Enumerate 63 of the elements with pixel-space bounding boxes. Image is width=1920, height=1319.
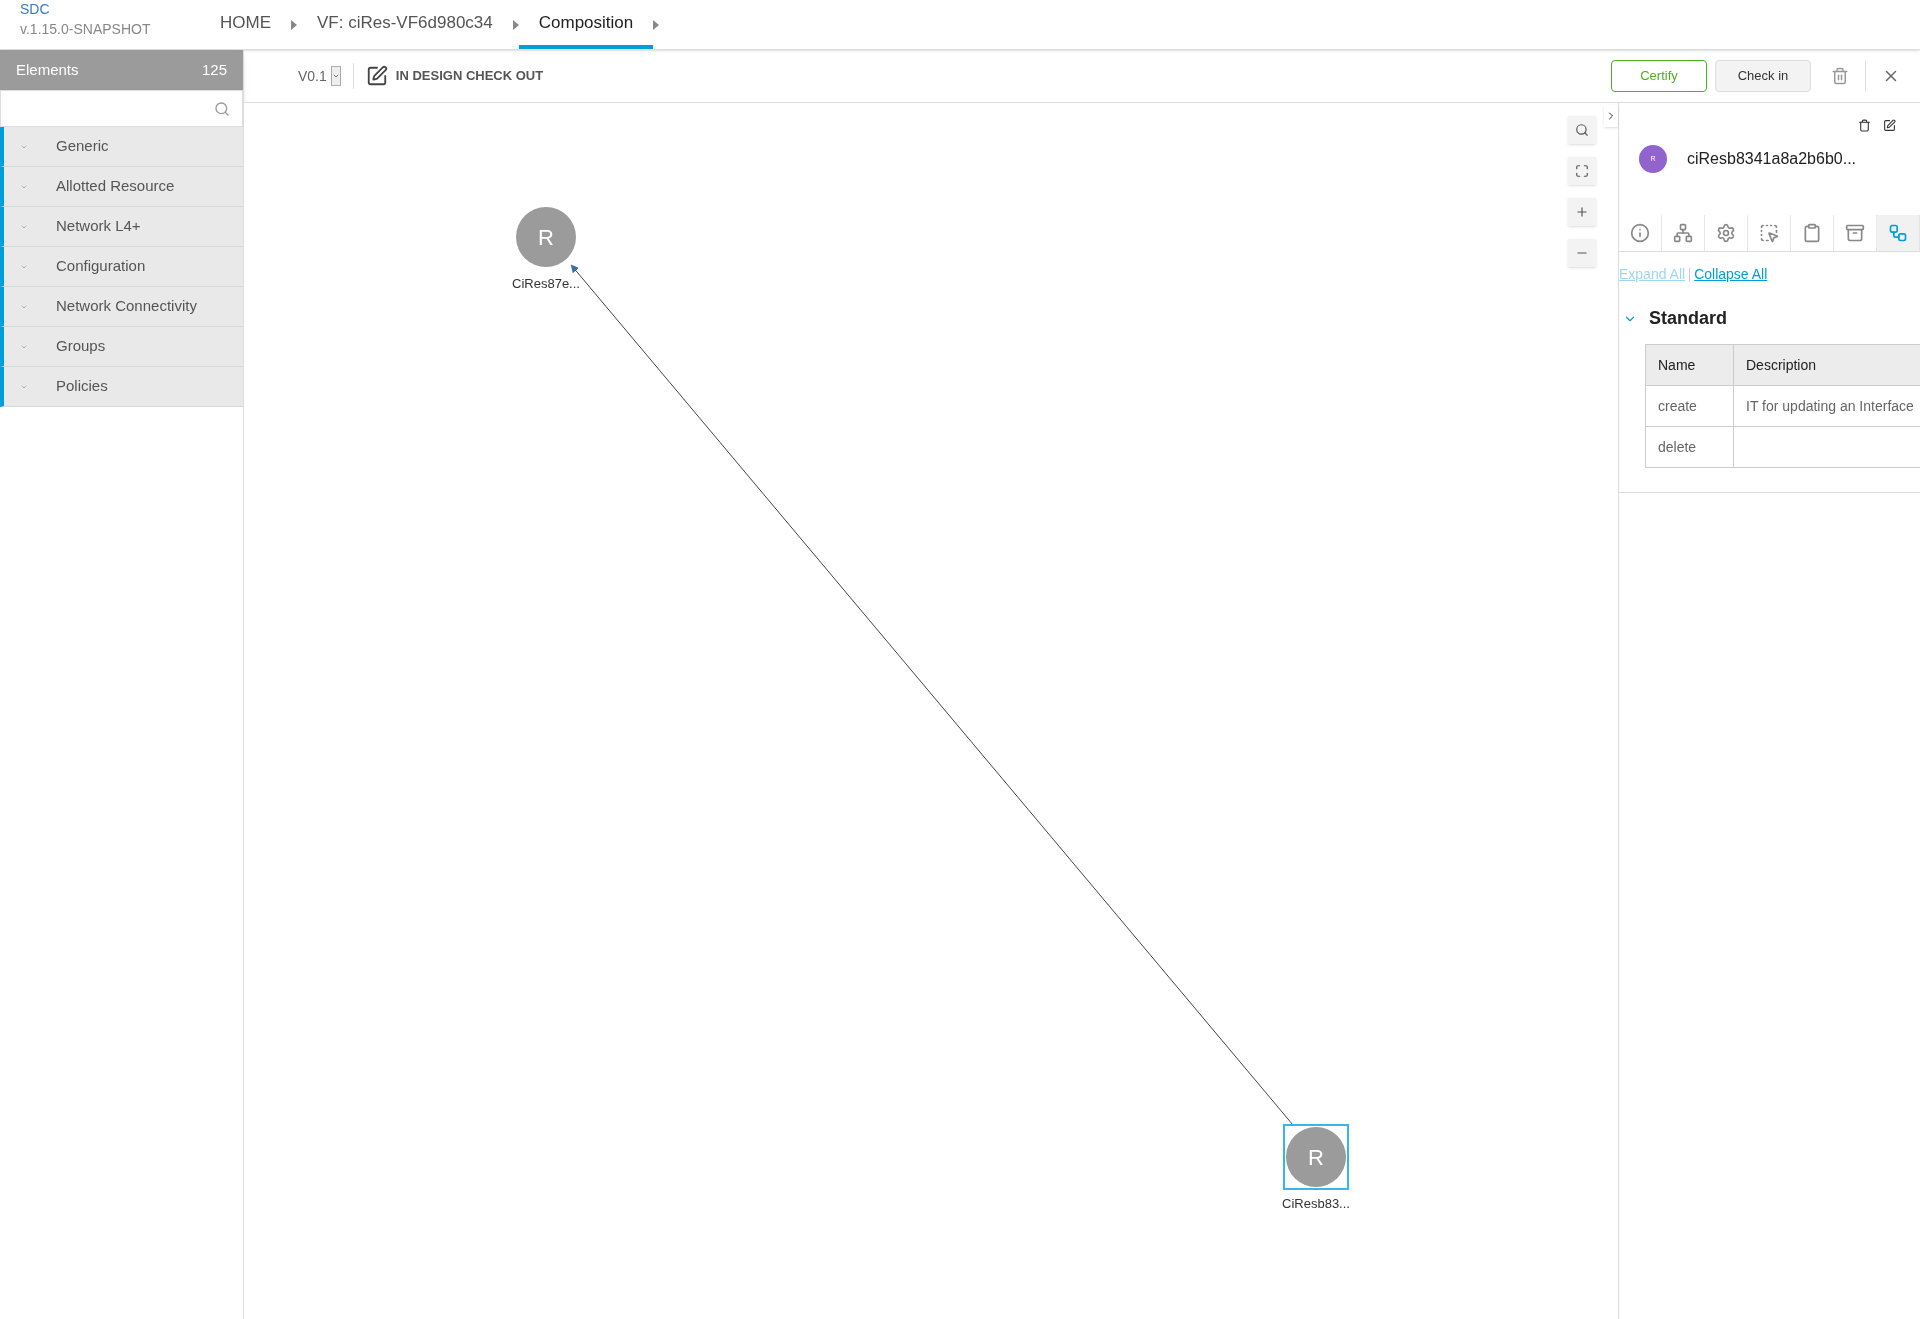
element-count: 125 xyxy=(201,59,227,80)
panel-tab[interactable] xyxy=(1748,215,1791,251)
category-label: Configuration xyxy=(56,256,146,277)
category-item[interactable]: Configuration xyxy=(0,247,243,287)
panel-tab[interactable] xyxy=(1662,215,1705,251)
table-cell: create xyxy=(1645,385,1734,427)
panel-tab[interactable] xyxy=(1705,215,1748,251)
search-icon xyxy=(214,100,230,117)
fit-button[interactable] xyxy=(1568,157,1596,185)
zoom-out-button[interactable] xyxy=(1568,239,1596,267)
node-label: CiResb83... xyxy=(1282,1195,1350,1213)
caret-icon xyxy=(291,19,297,30)
zoom-in-button[interactable] xyxy=(1568,198,1596,226)
app-name: SDC xyxy=(20,0,51,19)
breadcrumb-link[interactable]: HOME xyxy=(200,0,291,49)
search-icon xyxy=(1575,123,1589,137)
category-label: Groups xyxy=(56,336,106,357)
clipboard-icon xyxy=(1802,223,1822,243)
sidebar-title: Elements xyxy=(16,59,79,80)
category-label: Policies xyxy=(56,376,108,397)
search-field[interactable] xyxy=(0,90,243,127)
column-header: Description xyxy=(1733,344,1920,386)
section-title: Standard xyxy=(1649,307,1727,330)
search-button[interactable] xyxy=(1568,116,1596,144)
panel-tab[interactable] xyxy=(1619,215,1662,251)
category-label: Allotted Resource xyxy=(56,176,175,197)
tray-icon xyxy=(1845,223,1865,243)
branch-icon xyxy=(1888,223,1908,243)
caret-icon xyxy=(512,19,519,30)
table-cell: delete xyxy=(1645,426,1734,468)
version-label: V0.1 xyxy=(298,66,327,86)
column-header: Name xyxy=(1645,344,1734,386)
panel-tab[interactable] xyxy=(1834,215,1877,251)
check-in-button[interactable]: Check in xyxy=(1715,60,1811,92)
category-item[interactable]: Allotted Resource xyxy=(0,167,243,207)
app-version: v.1.15.0-SNAPSHOT xyxy=(20,20,152,39)
category-label: Generic xyxy=(56,136,109,157)
category-item[interactable]: Network L4+ xyxy=(0,207,243,247)
lifecycle-status: IN DESIGN CHECK OUT xyxy=(395,67,544,86)
edit-icon[interactable] xyxy=(1883,119,1896,132)
info-icon xyxy=(1630,223,1650,243)
category-item[interactable]: Policies xyxy=(0,367,243,407)
caret-icon xyxy=(653,19,660,30)
category-item[interactable]: Network Connectivity xyxy=(0,287,243,327)
category-item[interactable]: Groups xyxy=(0,327,243,367)
plus-icon xyxy=(1575,205,1589,219)
category-label: Network Connectivity xyxy=(56,296,197,317)
breadcrumb-link[interactable]: Composition xyxy=(518,0,654,49)
version-dropdown[interactable] xyxy=(330,66,341,86)
breadcrumb-link[interactable]: VF: ciRes-VF6d980c34 xyxy=(297,0,513,49)
delete-icon[interactable] xyxy=(1858,119,1871,132)
network-icon xyxy=(1673,223,1693,243)
category-label: Network L4+ xyxy=(56,216,141,237)
collapse-panel-button[interactable] xyxy=(1604,105,1618,127)
node-label: CiRes87e... xyxy=(512,275,580,293)
category-item[interactable]: Generic xyxy=(0,127,243,167)
caret-icon xyxy=(331,72,340,80)
expand-icon xyxy=(1575,164,1589,178)
edit-status-icon xyxy=(365,65,388,87)
panel-tab[interactable] xyxy=(1791,215,1834,251)
gear-icon xyxy=(1716,223,1736,243)
component-name: ciResb8341a8a2b6b0... xyxy=(1687,149,1857,169)
panel-tab[interactable] xyxy=(1877,215,1920,251)
